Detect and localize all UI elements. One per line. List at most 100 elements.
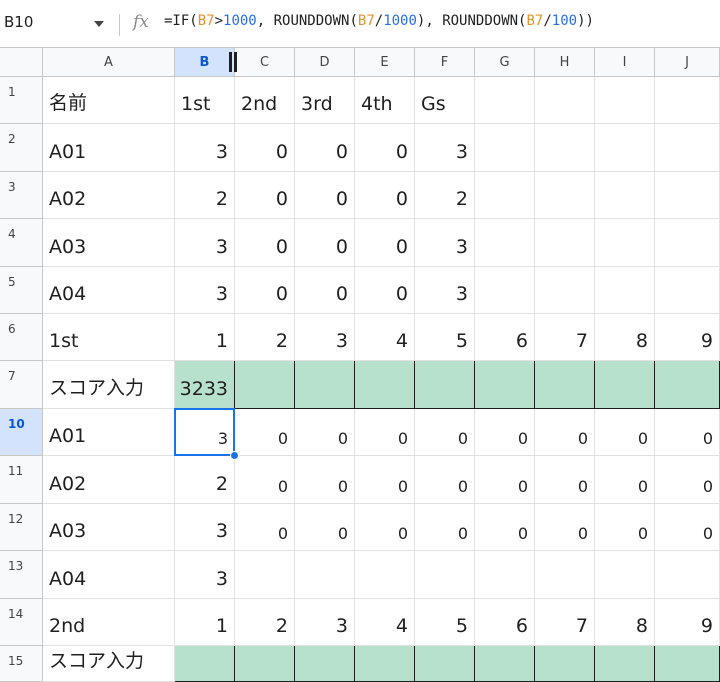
row-header-15[interactable]: 15 [0, 646, 43, 682]
cell-a4[interactable]: A03 [43, 219, 175, 267]
cell-h15[interactable] [535, 646, 595, 682]
cell-b15[interactable] [175, 646, 235, 682]
row-header-4[interactable]: 4 [0, 219, 43, 267]
cell-j13[interactable] [655, 551, 720, 599]
cell-d10[interactable]: 0 [295, 409, 355, 456]
cell-g6[interactable]: 6 [475, 314, 535, 361]
cell-c12[interactable]: 0 [235, 504, 295, 551]
cell-d7[interactable] [295, 361, 355, 409]
cell-g10[interactable]: 0 [475, 409, 535, 456]
column-header-h[interactable]: H [535, 48, 595, 77]
select-all-corner[interactable] [0, 48, 43, 77]
cell-a3[interactable]: A02 [43, 172, 175, 219]
cell-a12[interactable]: A03 [43, 504, 175, 551]
cell-b3[interactable]: 2 [175, 172, 235, 219]
cell-j1[interactable] [655, 77, 720, 124]
row-header-10[interactable]: 10 [0, 409, 43, 456]
column-resize-handle[interactable] [234, 52, 237, 72]
cell-h1[interactable] [535, 77, 595, 124]
cell-b10[interactable]: 3 [175, 409, 235, 456]
cell-b11[interactable]: 2 [175, 456, 235, 504]
cell-h11[interactable]: 0 [535, 456, 595, 504]
cell-b4[interactable]: 3 [175, 219, 235, 267]
cell-e11[interactable]: 0 [355, 456, 415, 504]
cell-i1[interactable] [595, 77, 655, 124]
cell-g5[interactable] [475, 267, 535, 314]
cell-f4[interactable]: 3 [415, 219, 475, 267]
cell-g13[interactable] [475, 551, 535, 599]
cell-a5[interactable]: A04 [43, 267, 175, 314]
column-resize-handle[interactable] [229, 52, 232, 72]
cell-c6[interactable]: 2 [235, 314, 295, 361]
row-header-3[interactable]: 3 [0, 172, 43, 219]
column-header-e[interactable]: E [355, 48, 415, 77]
cell-c15[interactable] [235, 646, 295, 682]
cell-i4[interactable] [595, 219, 655, 267]
cell-a1[interactable]: 名前 [43, 77, 175, 124]
cell-j7[interactable] [655, 361, 720, 409]
column-header-b[interactable]: B [175, 48, 235, 77]
cell-d1[interactable]: 3rd [295, 77, 355, 124]
column-header-c[interactable]: C [235, 48, 295, 77]
cell-e7[interactable] [355, 361, 415, 409]
row-header-6[interactable]: 6 [0, 314, 43, 361]
cell-d13[interactable] [295, 551, 355, 599]
cell-e1[interactable]: 4th [355, 77, 415, 124]
cell-a10[interactable]: A01 [43, 409, 175, 456]
column-header-g[interactable]: G [475, 48, 535, 77]
row-header-13[interactable]: 13 [0, 551, 43, 599]
cell-c4[interactable]: 0 [235, 219, 295, 267]
cell-d4[interactable]: 0 [295, 219, 355, 267]
name-box-dropdown-icon[interactable] [94, 21, 104, 27]
cell-j4[interactable] [655, 219, 720, 267]
cell-b2[interactable]: 3 [175, 124, 235, 172]
column-header-j[interactable]: J [655, 48, 720, 77]
row-header-1[interactable]: 1 [0, 77, 43, 124]
cell-f13[interactable] [415, 551, 475, 599]
column-header-a[interactable]: A [43, 48, 175, 77]
cell-f7[interactable] [415, 361, 475, 409]
cell-h6[interactable]: 7 [535, 314, 595, 361]
cell-g7[interactable] [475, 361, 535, 409]
cell-i13[interactable] [595, 551, 655, 599]
cell-b13[interactable]: 3 [175, 551, 235, 599]
cell-c11[interactable]: 0 [235, 456, 295, 504]
cell-h4[interactable] [535, 219, 595, 267]
cell-h3[interactable] [535, 172, 595, 219]
cell-f12[interactable]: 0 [415, 504, 475, 551]
cell-c1[interactable]: 2nd [235, 77, 295, 124]
cell-h7[interactable] [535, 361, 595, 409]
row-header-14[interactable]: 14 [0, 599, 43, 646]
cell-j11[interactable]: 0 [655, 456, 720, 504]
cell-h13[interactable] [535, 551, 595, 599]
cell-g15[interactable] [475, 646, 535, 682]
cell-i15[interactable] [595, 646, 655, 682]
cell-j15[interactable] [655, 646, 720, 682]
cell-g1[interactable] [475, 77, 535, 124]
cell-h14[interactable]: 7 [535, 599, 595, 646]
cell-e15[interactable] [355, 646, 415, 682]
cell-i6[interactable]: 8 [595, 314, 655, 361]
cell-a15[interactable]: スコア入力 [43, 646, 175, 682]
cell-c14[interactable]: 2 [235, 599, 295, 646]
cell-g12[interactable]: 0 [475, 504, 535, 551]
cell-a14[interactable]: 2nd [43, 599, 175, 646]
cell-a2[interactable]: A01 [43, 124, 175, 172]
cell-c5[interactable]: 0 [235, 267, 295, 314]
cell-j10[interactable]: 0 [655, 409, 720, 456]
cell-j3[interactable] [655, 172, 720, 219]
cell-b7[interactable]: 3233 [175, 361, 235, 409]
cell-f2[interactable]: 3 [415, 124, 475, 172]
cell-g11[interactable]: 0 [475, 456, 535, 504]
cell-d5[interactable]: 0 [295, 267, 355, 314]
row-header-7[interactable]: 7 [0, 361, 43, 409]
cell-j12[interactable]: 0 [655, 504, 720, 551]
cell-b12[interactable]: 3 [175, 504, 235, 551]
cell-c3[interactable]: 0 [235, 172, 295, 219]
cell-e13[interactable] [355, 551, 415, 599]
cell-i5[interactable] [595, 267, 655, 314]
cell-d2[interactable]: 0 [295, 124, 355, 172]
cell-f5[interactable]: 3 [415, 267, 475, 314]
cell-e4[interactable]: 0 [355, 219, 415, 267]
cell-j2[interactable] [655, 124, 720, 172]
